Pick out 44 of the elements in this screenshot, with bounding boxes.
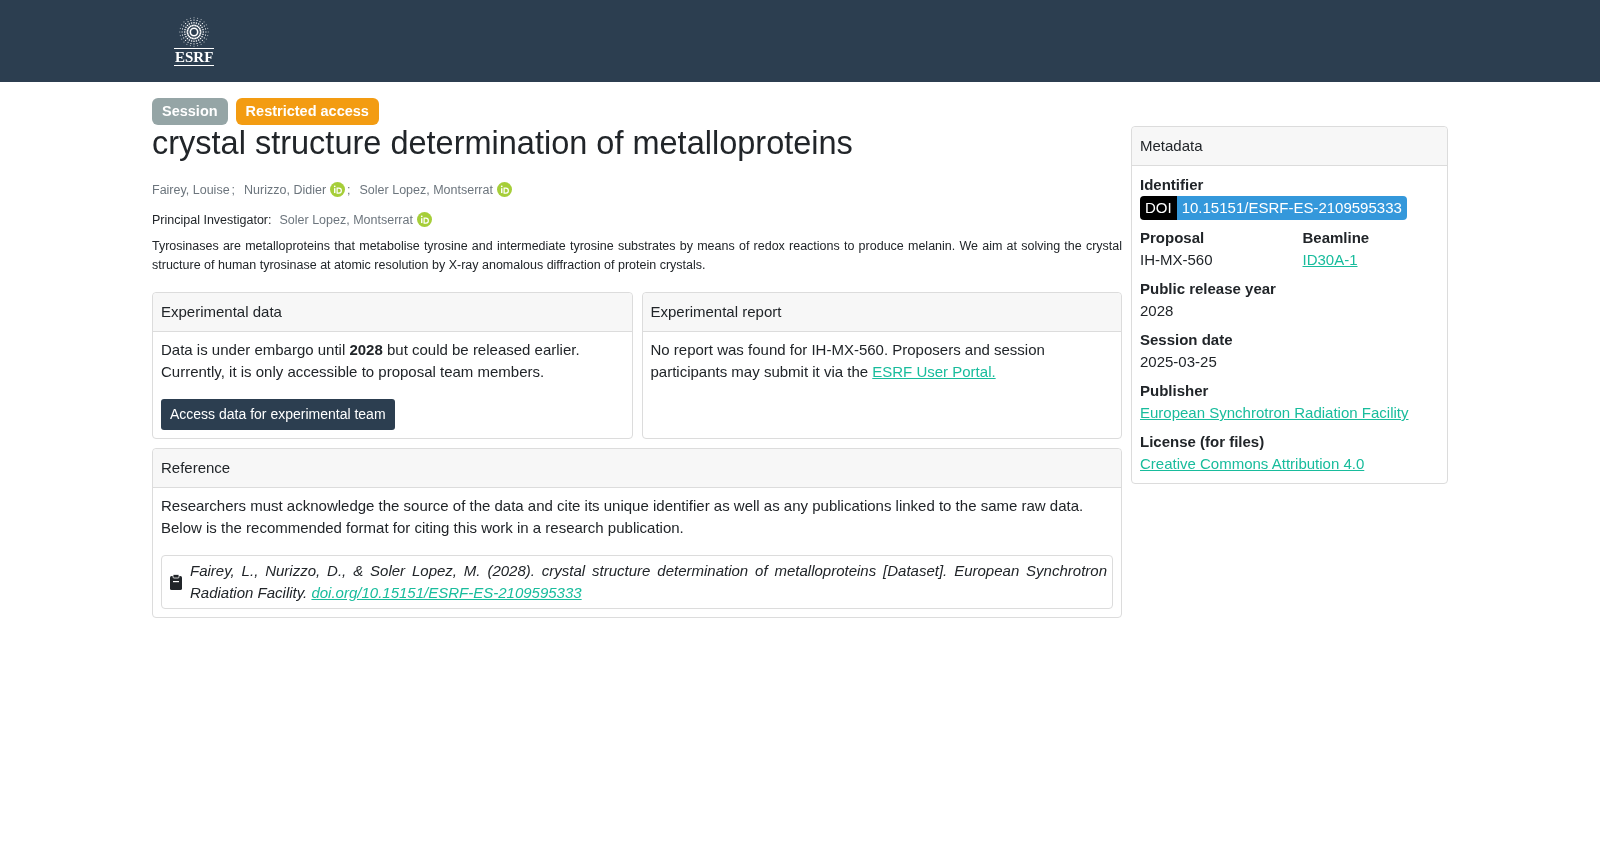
doi-scheme-label: DOI <box>1140 196 1177 220</box>
field-label: Session date <box>1140 330 1234 350</box>
author-name: Nurizzo, Didier <box>244 181 327 199</box>
category-badge: Session <box>152 98 228 125</box>
home-logo-link[interactable]: ESRF <box>174 17 215 66</box>
id-icon[interactable] <box>330 182 346 198</box>
sunburst-icon <box>179 17 210 47</box>
page-title: crystal structure determination of metalloproteins <box>152 126 854 162</box>
embargo-text: Data is under embargo until 2028 but could be released earlier. Currently, it is only accessible to proposal team members. <box>161 339 581 382</box>
pi-name: Soler Lopez, Montserrat <box>279 211 413 229</box>
reference-text: Below is the recommended format for citing this work in a research publication. <box>161 517 685 538</box>
clipboard-icon[interactable] <box>170 573 182 590</box>
author-separator: ; <box>231 181 236 199</box>
field-link[interactable]: ID30A-1 <box>1302 251 1358 268</box>
panel-heading: Metadata <box>1132 127 1447 166</box>
citation-text: Fairey, L., Nurizzo, D., & Soler Lopez, M. (2028). crystal structure determination of metalloproteins [Dataset]. European Synchrotron Radiation Facility. doi.org/10.15151/ESRF-ES-2109595333 <box>190 560 1107 603</box>
pi-label: Principal Investigator: <box>152 211 272 229</box>
field-value: 2025-03-25 <box>1140 352 1218 372</box>
panel-heading: Reference <box>153 448 1121 488</box>
author-name: Fairey, Louise <box>152 181 230 199</box>
author-name: Soler Lopez, Montserrat <box>359 181 493 199</box>
reference-text: Researchers must acknowledge the source of the data and cite its unique identifier as well as any publications linked to the same raw data. <box>161 495 1085 516</box>
field-value: 2028 <box>1140 301 1175 321</box>
field-label: Proposal <box>1140 228 1206 248</box>
field-label: License (for files) <box>1140 432 1266 452</box>
field-link[interactable]: Creative Commons Attribution 4.0 <box>1140 455 1365 472</box>
panel-heading: Experimental data <box>153 292 632 332</box>
id-icon[interactable] <box>496 182 512 198</box>
author-separator: ; <box>347 181 351 199</box>
id-icon[interactable] <box>416 212 432 228</box>
field-value: IH-MX-560 <box>1140 250 1214 270</box>
field-link[interactable]: European Synchrotron Radiation Facility <box>1140 404 1409 421</box>
field-label: Identifier <box>1140 175 1205 195</box>
field-label: Public release year <box>1140 279 1277 299</box>
doi-value: 10.15151/ESRF-ES-2109595333 <box>1176 196 1407 220</box>
access-data-button[interactable]: Access data for experimental team <box>161 398 395 430</box>
field-label: Publisher <box>1140 381 1210 401</box>
description-text: Tyrosinases are metalloproteins that metabolise tyrosine and intermediate tyrosine substrates by means of redox reactions to produce melanin. We aim at solving the crystal structure of human tyrosinase at atomic resolution by X-ray anomalous diffraction of protein crystals. <box>152 237 1122 274</box>
report-text: No report was found for IH-MX-560. Proposers and session participants may submit it via the ESRF User Portal. <box>650 339 1046 382</box>
field-label: Beamline <box>1302 228 1371 248</box>
doi-link[interactable]: doi.org/10.15151/ESRF-ES-2109595333 <box>311 583 582 601</box>
user-portal-link[interactable]: ESRF User Portal. <box>872 362 996 380</box>
category-badge: Restricted access <box>235 98 379 125</box>
panel-heading: Experimental report <box>642 292 1121 332</box>
